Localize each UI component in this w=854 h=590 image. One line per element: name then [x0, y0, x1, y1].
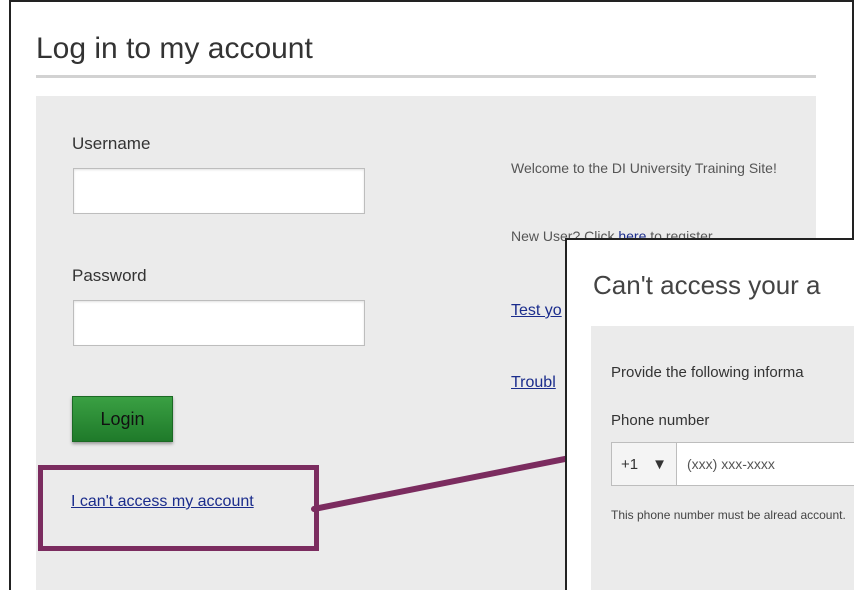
phone-number-input[interactable]: [677, 443, 854, 485]
highlight-box: [38, 465, 319, 551]
phone-number-field: +1 ▼: [611, 442, 854, 486]
password-input[interactable]: [73, 300, 365, 346]
username-label: Username: [72, 134, 151, 153]
caret-down-icon: ▼: [652, 455, 667, 473]
login-button[interactable]: Login: [72, 396, 173, 442]
page-title: Log in to my account: [36, 32, 313, 65]
country-code-select[interactable]: +1 ▼: [612, 443, 677, 485]
title-divider: [36, 75, 816, 78]
welcome-text: Welcome to the DI University Training Si…: [511, 160, 777, 176]
test-link[interactable]: Test yo: [511, 300, 562, 321]
popup-instruction: Provide the following informa: [611, 364, 804, 381]
phone-note: This phone number must be alread account…: [611, 508, 846, 522]
phone-number-label: Phone number: [611, 412, 710, 429]
username-input[interactable]: [73, 168, 365, 214]
popup-title: Can't access your a: [593, 270, 821, 300]
country-code-value: +1: [621, 455, 639, 473]
password-label: Password: [72, 266, 147, 285]
recovery-popup: Can't access your a Provide the followin…: [565, 238, 854, 590]
trouble-link[interactable]: Troubl: [511, 372, 556, 393]
